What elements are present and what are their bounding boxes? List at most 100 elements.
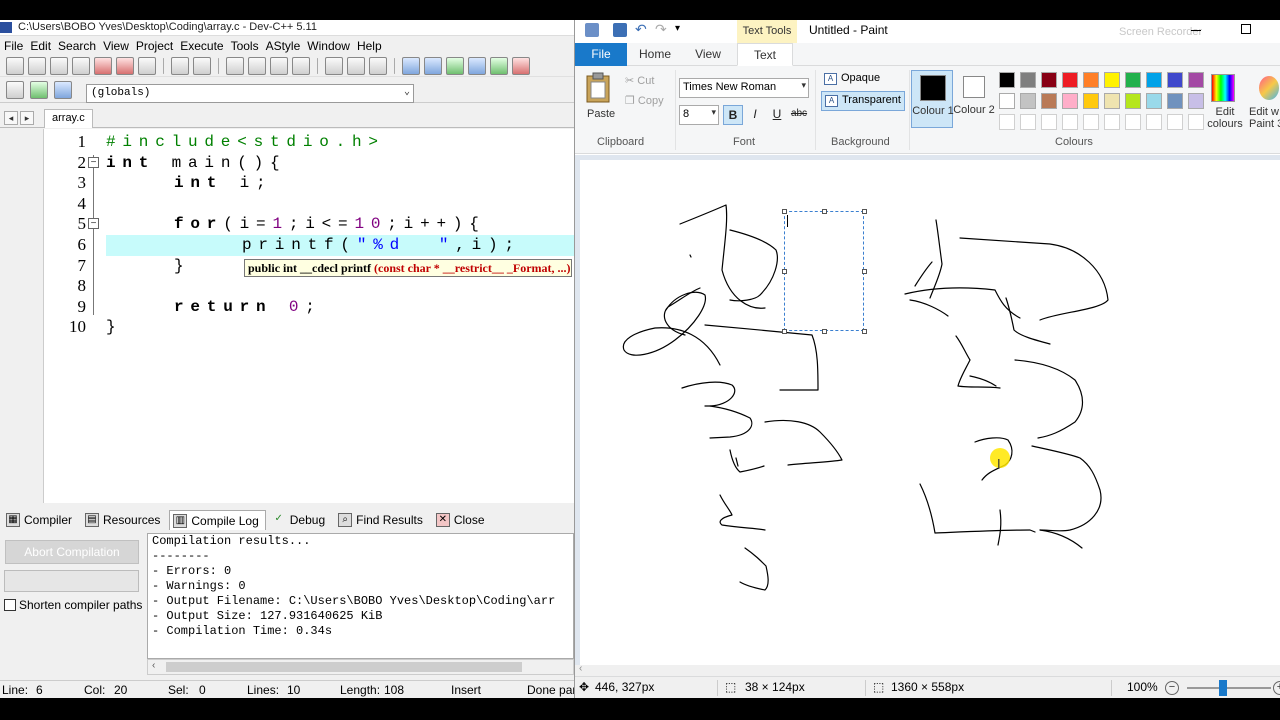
- palette-colour-swatch[interactable]: [1104, 93, 1120, 109]
- undo-icon[interactable]: [171, 56, 189, 75]
- find-icon[interactable]: [226, 56, 244, 75]
- maximize-icon[interactable]: [1241, 24, 1251, 34]
- add-to-project-icon[interactable]: [30, 80, 48, 99]
- font-size-dropdown[interactable]: 8 ▾: [679, 105, 719, 125]
- tab-file[interactable]: File: [575, 43, 627, 66]
- log-horizontal-scrollbar[interactable]: ‹: [147, 659, 574, 675]
- palette-colour-swatch[interactable]: [999, 114, 1015, 130]
- palette-colour-swatch[interactable]: [1146, 114, 1162, 130]
- fold-toggle-icon[interactable]: −: [88, 156, 99, 168]
- text-selection-box[interactable]: [782, 209, 867, 334]
- resize-handle[interactable]: [862, 329, 867, 334]
- transparent-option[interactable]: A Transparent: [821, 91, 905, 111]
- scroll-thumb[interactable]: [166, 662, 522, 672]
- compile-log-output[interactable]: Compilation results... -------- - Errors…: [147, 533, 574, 659]
- tab-close[interactable]: ✕ Close: [432, 510, 492, 530]
- palette-colour-swatch[interactable]: [1041, 114, 1057, 130]
- palette-colour-swatch[interactable]: [999, 72, 1015, 88]
- tab-compiler[interactable]: ▦ Compiler: [2, 510, 79, 530]
- resize-handle[interactable]: [862, 209, 867, 214]
- back-icon[interactable]: [325, 56, 343, 75]
- opaque-option[interactable]: A Opaque: [821, 70, 883, 90]
- bold-button[interactable]: B: [723, 105, 743, 125]
- resize-handle[interactable]: [862, 269, 867, 274]
- copy-button[interactable]: ❐ Copy: [625, 94, 664, 107]
- resize-handle[interactable]: [822, 329, 827, 334]
- check-syntax-icon[interactable]: [490, 56, 508, 75]
- compile-run-icon[interactable]: [446, 56, 464, 75]
- indent-icon[interactable]: [270, 56, 288, 75]
- palette-colour-swatch[interactable]: [1062, 114, 1078, 130]
- save-icon[interactable]: [613, 23, 627, 37]
- save-icon[interactable]: [50, 56, 68, 75]
- print-icon[interactable]: [138, 56, 156, 75]
- palette-colour-swatch[interactable]: [1041, 93, 1057, 109]
- palette-colour-swatch[interactable]: [1125, 114, 1141, 130]
- tab-text[interactable]: Text: [737, 43, 793, 66]
- customize-toolbar-icon[interactable]: ▾: [675, 23, 689, 37]
- scope-dropdown[interactable]: (globals) ⌄: [86, 84, 414, 103]
- run-icon[interactable]: [424, 56, 442, 75]
- palette-colour-swatch[interactable]: [1020, 93, 1036, 109]
- palette-colour-swatch[interactable]: [1167, 72, 1183, 88]
- resize-handle[interactable]: [782, 269, 787, 274]
- unindent-icon[interactable]: [292, 56, 310, 75]
- tab-compile-log[interactable]: ▥ Compile Log: [169, 510, 266, 530]
- palette-colour-swatch[interactable]: [1125, 72, 1141, 88]
- project-icon[interactable]: [6, 80, 24, 99]
- menu-window[interactable]: Window: [306, 39, 356, 53]
- menu-file[interactable]: File: [3, 39, 29, 53]
- palette-colour-swatch[interactable]: [1146, 93, 1162, 109]
- tab-debug[interactable]: ✓ Debug: [268, 510, 332, 530]
- colour-2-selector[interactable]: Colour 2: [953, 70, 995, 128]
- minimize-icon[interactable]: [1191, 30, 1201, 31]
- palette-colour-swatch[interactable]: [1188, 114, 1204, 130]
- canvas-horizontal-scrollbar[interactable]: ‹: [575, 663, 1280, 676]
- palette-colour-swatch[interactable]: [1188, 93, 1204, 109]
- fold-toggle-icon[interactable]: −: [88, 218, 99, 230]
- menu-tools[interactable]: Tools: [230, 39, 265, 53]
- zoom-slider[interactable]: [1187, 687, 1271, 689]
- palette-colour-swatch[interactable]: [1083, 72, 1099, 88]
- palette-colour-swatch[interactable]: [999, 93, 1015, 109]
- tab-scroll-left-icon[interactable]: ◂: [4, 111, 18, 125]
- menu-view[interactable]: View: [102, 39, 135, 53]
- scroll-left-icon[interactable]: ‹: [579, 663, 582, 674]
- menu-help[interactable]: Help: [356, 39, 388, 53]
- colour-1-selector[interactable]: Colour 1: [911, 70, 954, 128]
- tab-find-results[interactable]: ⌕ Find Results: [334, 510, 430, 530]
- tab-array-c[interactable]: array.c: [44, 109, 93, 128]
- resize-handle[interactable]: [822, 209, 827, 214]
- scroll-left-icon[interactable]: ‹: [152, 660, 155, 671]
- menu-search[interactable]: Search: [57, 39, 102, 53]
- palette-colour-swatch[interactable]: [1083, 93, 1099, 109]
- close-all-icon[interactable]: [116, 56, 134, 75]
- code-editor[interactable]: 1 #include<stdio.h> 2 − int main(){ 3 in…: [44, 129, 574, 503]
- rebuild-icon[interactable]: [468, 56, 486, 75]
- stop-icon[interactable]: [512, 56, 530, 75]
- zoom-out-icon[interactable]: −: [1165, 681, 1179, 695]
- shorten-paths-option[interactable]: Shorten compiler paths: [4, 598, 142, 612]
- resize-handle[interactable]: [782, 209, 787, 214]
- tab-scroll-right-icon[interactable]: ▸: [20, 111, 34, 125]
- palette-colour-swatch[interactable]: [1083, 114, 1099, 130]
- palette-colour-swatch[interactable]: [1167, 93, 1183, 109]
- compile-icon[interactable]: [402, 56, 420, 75]
- palette-colour-swatch[interactable]: [1020, 72, 1036, 88]
- palette-colour-swatch[interactable]: [1104, 114, 1120, 130]
- tab-resources[interactable]: ▤ Resources: [81, 510, 167, 530]
- palette-colour-swatch[interactable]: [1062, 93, 1078, 109]
- italic-button[interactable]: I: [745, 105, 765, 125]
- palette-colour-swatch[interactable]: [1146, 72, 1162, 88]
- undo-icon[interactable]: ↶: [635, 22, 649, 37]
- palette-colour-swatch[interactable]: [1104, 72, 1120, 88]
- zoom-slider-thumb[interactable]: [1219, 680, 1227, 696]
- cut-button[interactable]: ✂ Cut: [625, 74, 654, 87]
- edit-colours-button[interactable]: Edit colours: [1203, 72, 1243, 130]
- save-all-icon[interactable]: [72, 56, 90, 75]
- palette-colour-swatch[interactable]: [1125, 93, 1141, 109]
- underline-button[interactable]: U: [767, 105, 787, 125]
- open-file-icon[interactable]: [28, 56, 46, 75]
- menu-edit[interactable]: Edit: [29, 39, 57, 53]
- palette-colour-swatch[interactable]: [1041, 72, 1057, 88]
